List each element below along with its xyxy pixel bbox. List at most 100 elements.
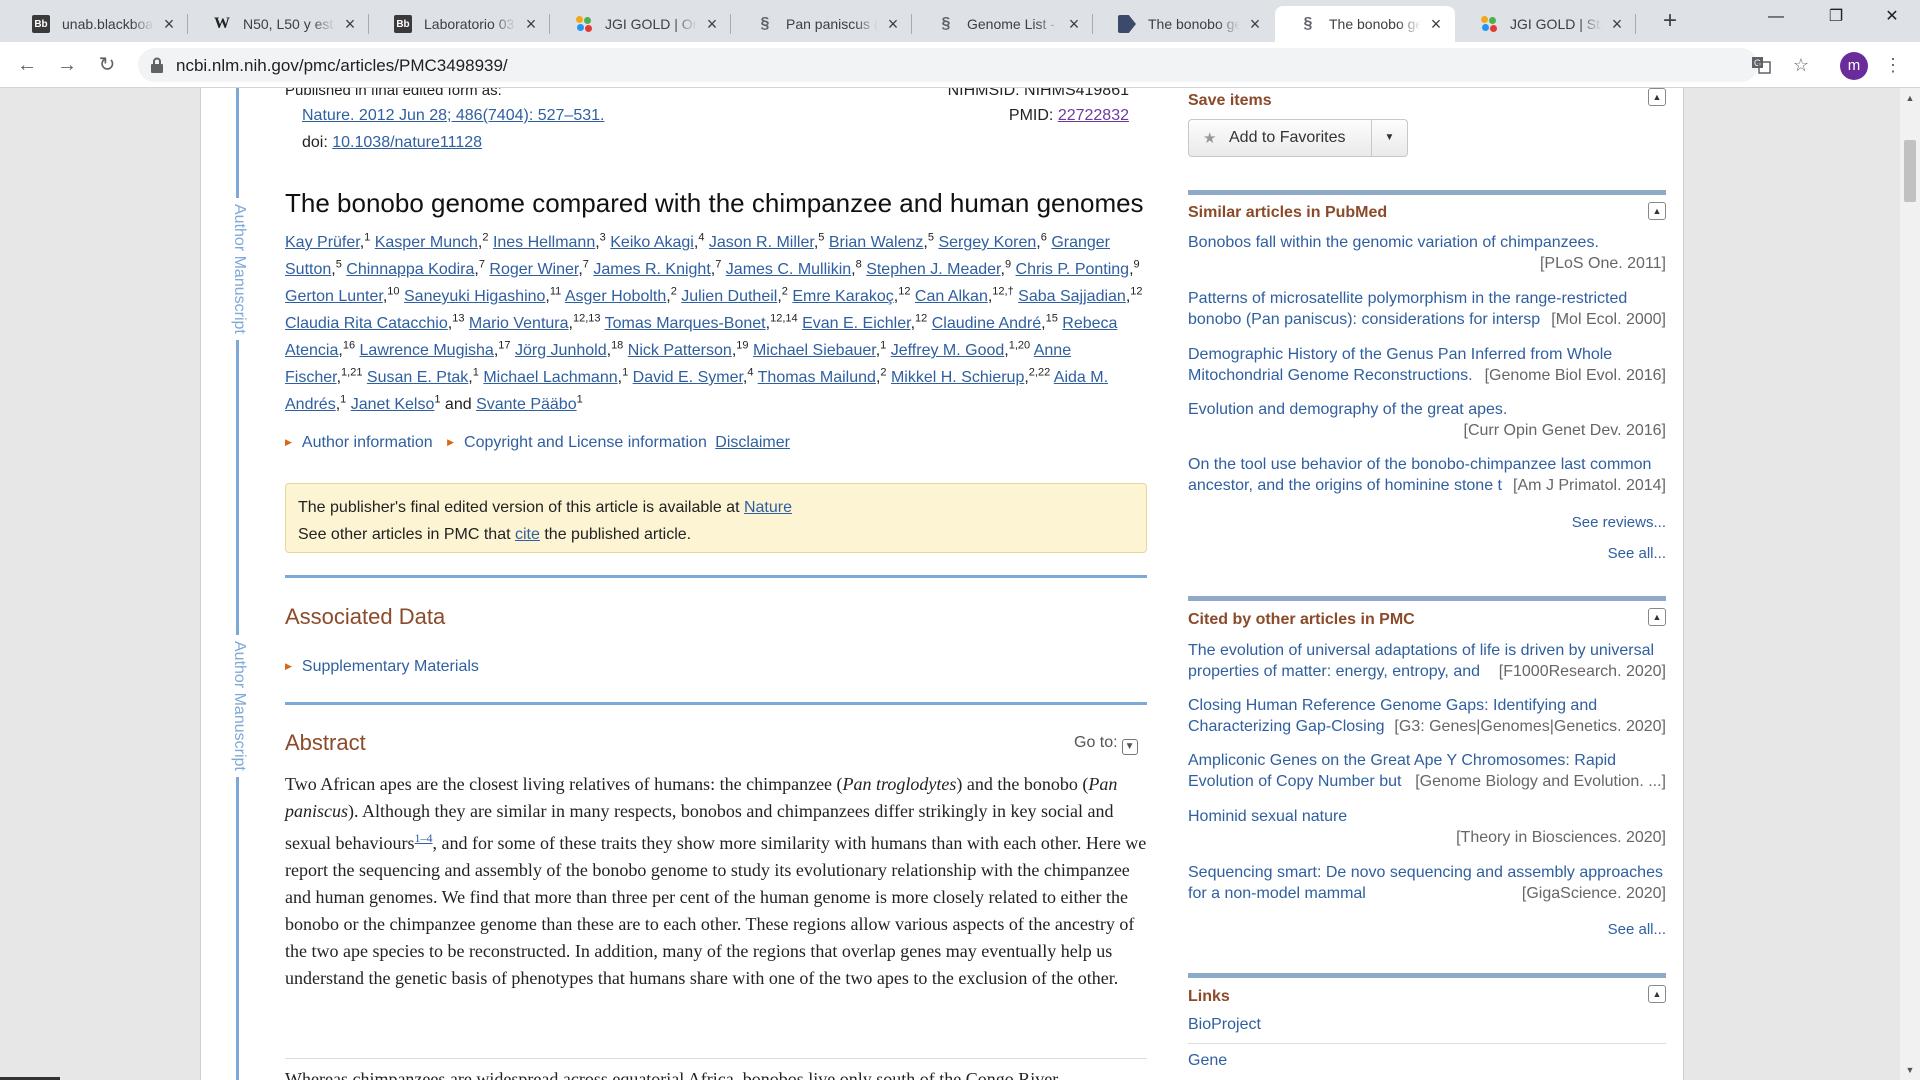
affiliation-number[interactable]: 2 bbox=[782, 286, 788, 298]
author-link[interactable]: Svante Pääbo bbox=[476, 396, 577, 413]
affiliation-number[interactable]: 1 bbox=[473, 367, 479, 379]
close-tab-icon[interactable]: × bbox=[884, 15, 902, 33]
pmid-link[interactable]: 22722832 bbox=[1058, 107, 1129, 124]
author-link[interactable]: James R. Knight bbox=[593, 261, 710, 278]
link-bioproject[interactable]: BioProject bbox=[1188, 1016, 1261, 1034]
browser-tab[interactable]: W N50, L50 y esta × bbox=[189, 6, 369, 42]
author-link[interactable]: Sergey Koren bbox=[938, 234, 1036, 251]
affiliation-number[interactable]: 4 bbox=[747, 367, 753, 379]
doi-link[interactable]: 10.1038/nature11128 bbox=[332, 134, 482, 151]
nature-link[interactable]: Nature bbox=[744, 499, 792, 516]
affiliation-number[interactable]: 12 bbox=[898, 286, 910, 298]
forward-button[interactable]: → bbox=[52, 50, 82, 80]
author-link[interactable]: Nick Patterson bbox=[628, 342, 732, 359]
affiliation-number[interactable]: 6 bbox=[1041, 232, 1047, 244]
author-link[interactable]: Claudia Rita Catacchio bbox=[285, 315, 448, 332]
affiliation-number[interactable]: 1 bbox=[622, 367, 628, 379]
affiliation-number[interactable]: 2 bbox=[671, 286, 677, 298]
chevron-down-icon[interactable]: ▼ bbox=[1371, 120, 1407, 156]
author-link[interactable]: Evan E. Eichler bbox=[802, 315, 911, 332]
new-tab-button[interactable]: + bbox=[1656, 8, 1684, 36]
affiliation-number[interactable]: 7 bbox=[479, 259, 485, 271]
add-to-favorites-button[interactable]: ★ Add to Favorites ▼ bbox=[1188, 119, 1408, 157]
author-link[interactable]: Can Alkan bbox=[915, 288, 988, 305]
close-tab-icon[interactable]: × bbox=[522, 15, 540, 33]
profile-avatar[interactable]: m bbox=[1840, 52, 1868, 80]
supplementary-materials-toggle[interactable]: Supplementary Materials bbox=[302, 658, 479, 675]
author-link[interactable]: Mikkel H. Schierup bbox=[891, 369, 1024, 386]
close-tab-icon[interactable]: × bbox=[1608, 15, 1626, 33]
author-link[interactable]: Kay Prüfer bbox=[285, 234, 360, 251]
see-reviews-link[interactable]: See reviews... bbox=[1188, 514, 1666, 531]
author-link[interactable]: Claudine André bbox=[932, 315, 1041, 332]
affiliation-number[interactable]: 1 bbox=[340, 394, 346, 406]
browser-tab[interactable]: JGI GOLD | Stat × bbox=[1456, 6, 1636, 42]
minimize-button[interactable]: — bbox=[1746, 0, 1806, 34]
disclaimer-link[interactable]: Disclaimer bbox=[715, 434, 790, 451]
affiliation-number[interactable]: 3 bbox=[600, 232, 606, 244]
link-gene[interactable]: Gene bbox=[1188, 1052, 1227, 1070]
close-tab-icon[interactable]: × bbox=[1065, 15, 1083, 33]
address-bar[interactable]: ncbi.nlm.nih.gov/pmc/articles/PMC3498939… bbox=[138, 48, 1758, 82]
browser-tab[interactable]: The bonobo ge × bbox=[1094, 6, 1274, 42]
author-link[interactable]: Michael Siebauer bbox=[753, 342, 876, 359]
author-link[interactable]: Brian Walenz bbox=[829, 234, 924, 251]
browser-tab[interactable]: Bb unab.blackboard × bbox=[8, 6, 188, 42]
bookmark-star-icon[interactable]: ☆ bbox=[1788, 52, 1814, 78]
cite-link[interactable]: cite bbox=[515, 526, 540, 543]
author-link[interactable]: Stephen J. Meader bbox=[866, 261, 1000, 278]
author-link[interactable]: Tomas Marques-Bonet bbox=[605, 315, 766, 332]
author-link[interactable]: Saba Sajjadian bbox=[1018, 288, 1126, 305]
affiliation-number[interactable]: 7 bbox=[715, 259, 721, 271]
author-link[interactable]: Gerton Lunter bbox=[285, 288, 383, 305]
translate-icon[interactable]: G bbox=[1748, 52, 1774, 78]
scroll-down-icon[interactable]: ▼ bbox=[1900, 1060, 1920, 1080]
author-link[interactable]: Mario Ventura bbox=[469, 315, 569, 332]
close-window-button[interactable]: ✕ bbox=[1862, 0, 1920, 34]
affiliation-number[interactable]: 13 bbox=[452, 313, 464, 325]
journal-citation-link[interactable]: Nature. 2012 Jun 28; 486(7404): 527–531. bbox=[302, 107, 604, 124]
browser-tab[interactable]: JGI GOLD | Org × bbox=[551, 6, 731, 42]
author-link[interactable]: Asger Hobolth bbox=[565, 288, 666, 305]
author-link[interactable]: Julien Dutheil bbox=[681, 288, 777, 305]
affiliation-number[interactable]: 5 bbox=[928, 232, 934, 244]
affiliation-number[interactable]: 1 bbox=[880, 340, 886, 352]
author-link[interactable]: Jörg Junhold bbox=[515, 342, 607, 359]
author-link[interactable]: Janet Kelso bbox=[351, 396, 435, 413]
affiliation-number[interactable]: 18 bbox=[611, 340, 623, 352]
browser-tab[interactable]: § Pan paniscus (b × bbox=[732, 6, 912, 42]
affiliation-number[interactable]: 2 bbox=[482, 232, 488, 244]
affiliation-number[interactable]: 12,14 bbox=[770, 313, 798, 325]
back-button[interactable]: ← bbox=[12, 50, 42, 80]
author-link[interactable]: Emre Karakoç bbox=[792, 288, 893, 305]
author-link[interactable]: Keiko Akagi bbox=[610, 234, 694, 251]
author-link[interactable]: Michael Lachmann bbox=[483, 369, 617, 386]
affiliation-number[interactable]: 15 bbox=[1046, 313, 1058, 325]
collapse-icon[interactable]: ▲ bbox=[1648, 88, 1666, 106]
author-link[interactable]: Thomas Mailund bbox=[758, 369, 876, 386]
affiliation-number[interactable]: 1 bbox=[364, 232, 370, 244]
affiliation-number[interactable]: 11 bbox=[550, 286, 561, 298]
browser-tab[interactable]: § The bonobo ge × bbox=[1275, 6, 1455, 42]
copyright-toggle[interactable]: Copyright and License information bbox=[464, 434, 707, 451]
author-link[interactable]: Roger Winer bbox=[489, 261, 578, 278]
close-tab-icon[interactable]: × bbox=[1246, 15, 1264, 33]
affiliation-number[interactable]: 1,20 bbox=[1009, 340, 1030, 352]
author-link[interactable]: Kasper Munch bbox=[375, 234, 478, 251]
author-link[interactable]: James C. Mullikin bbox=[726, 261, 851, 278]
affiliation-number[interactable]: 7 bbox=[583, 259, 589, 271]
affiliation-number[interactable]: 12 bbox=[915, 313, 927, 325]
scroll-thumb[interactable] bbox=[1904, 140, 1916, 202]
affiliation-number[interactable]: 5 bbox=[818, 232, 824, 244]
affiliation-number[interactable]: 9 bbox=[1005, 259, 1011, 271]
collapse-icon[interactable]: ▲ bbox=[1648, 202, 1666, 220]
author-link[interactable]: David E. Symer bbox=[633, 369, 743, 386]
affiliation-number[interactable]: 10 bbox=[387, 286, 399, 298]
reference-link[interactable]: 1–4 bbox=[414, 831, 432, 845]
goto-menu[interactable]: Go to: ▼ bbox=[1074, 734, 1138, 755]
vertical-scrollbar[interactable]: ▲ ▼ bbox=[1900, 88, 1920, 1080]
maximize-button[interactable]: ❐ bbox=[1806, 0, 1866, 34]
affiliation-number[interactable]: 17 bbox=[498, 340, 510, 352]
author-link[interactable]: Saneyuki Higashino bbox=[404, 288, 545, 305]
affiliation-number[interactable]: 2,22 bbox=[1029, 367, 1050, 379]
